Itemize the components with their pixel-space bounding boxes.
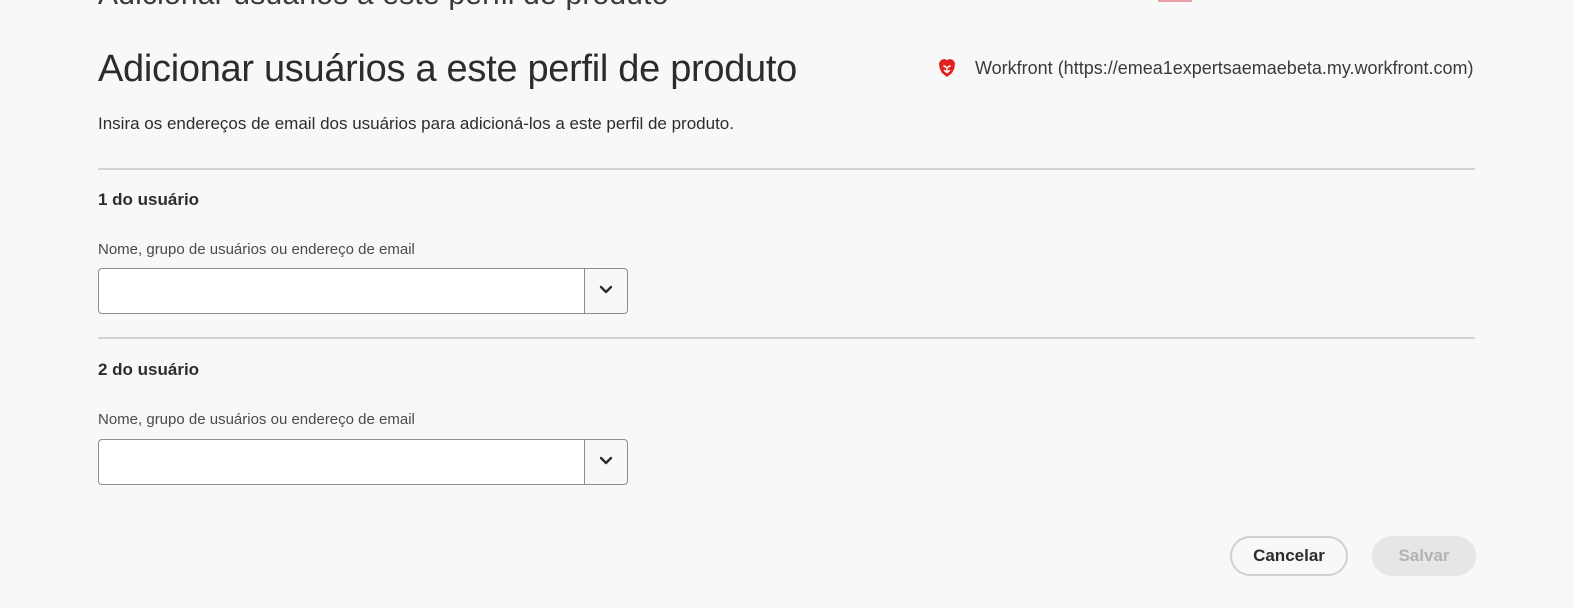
brave-lion-icon [936, 57, 958, 79]
section-divider [98, 337, 1475, 339]
partially-hidden-accent [1158, 0, 1192, 2]
user-1-heading: 1 do usuário [98, 190, 200, 209]
section-divider [98, 168, 1475, 170]
dialog-description: Insira os endereços de email dos usuário… [98, 114, 734, 133]
user-2-input[interactable] [98, 439, 584, 485]
chevron-down-icon [599, 453, 613, 471]
user-2-heading: 2 do usuário [98, 360, 200, 379]
user-2-field-label: Nome, grupo de usuários ou endereço de e… [98, 411, 415, 428]
user-2-dropdown-button[interactable] [584, 439, 628, 485]
add-users-dialog: Adicionar usuários a este perfil de prod… [0, 0, 1574, 608]
organization-indicator: Workfront (https://emea1expertsaemaebeta… [936, 57, 1476, 79]
organization-label: Workfront (https://emea1expertsaemaebeta… [975, 57, 1474, 78]
user-1-input[interactable] [98, 268, 584, 314]
user-1-dropdown-button[interactable] [584, 268, 628, 314]
chevron-down-icon [599, 282, 613, 300]
user-1-field-label: Nome, grupo de usuários ou endereço de e… [98, 241, 415, 258]
save-button[interactable]: Salvar [1372, 536, 1476, 576]
partially-hidden-title: Adicionar usuários a este perfil de prod… [98, 0, 669, 12]
user-2-combobox [98, 439, 628, 485]
cancel-button[interactable]: Cancelar [1230, 536, 1348, 576]
user-1-combobox [98, 268, 628, 314]
dialog-title: Adicionar usuários a este perfil de prod… [98, 48, 797, 90]
